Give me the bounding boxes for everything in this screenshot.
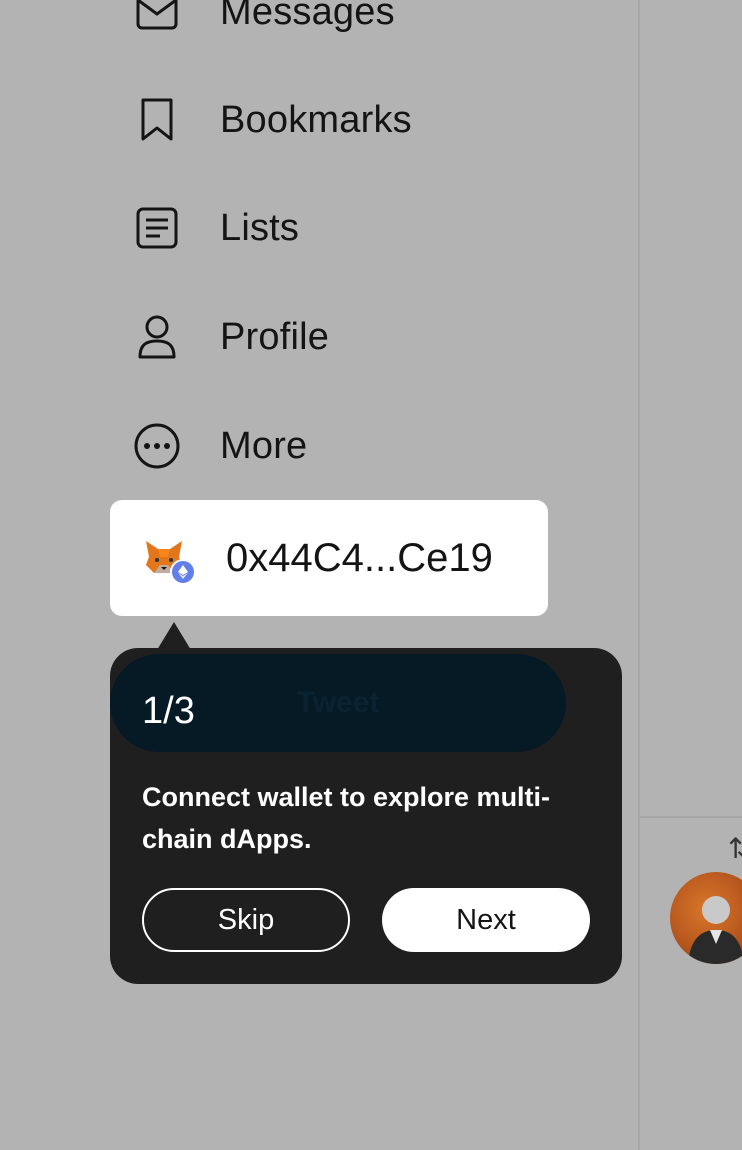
step-counter: 1/3 (142, 690, 195, 732)
ethereum-icon (170, 559, 196, 585)
retweet-icon: ⇅ (728, 833, 742, 864)
envelope-icon (132, 0, 182, 37)
popover-pointer (157, 622, 191, 650)
sidebar-item-label: Profile (220, 315, 330, 358)
sidebar-item-lists[interactable]: Lists (132, 198, 299, 258)
avatar[interactable] (670, 872, 742, 964)
onboarding-popover: Tweet 1/3 Connect wallet to explore mult… (110, 648, 622, 984)
person-icon (132, 312, 182, 362)
column-divider (638, 0, 640, 1150)
bookmark-icon (132, 95, 182, 145)
timeline-divider (640, 816, 742, 818)
onboarding-message: Connect wallet to explore multi-chain dA… (142, 782, 551, 854)
tweet-button-label: Tweet (296, 686, 380, 719)
sidebar-item-bookmarks[interactable]: Bookmarks (132, 90, 412, 150)
sidebar-item-label: Messages (220, 0, 395, 33)
sidebar-item-more[interactable]: More (132, 416, 307, 476)
sidebar-item-messages[interactable]: Messages (132, 0, 395, 42)
wallet-address: 0x44C4...Ce19 (226, 535, 493, 580)
next-button[interactable]: Next (382, 888, 590, 952)
sidebar-item-label: Lists (220, 206, 300, 249)
sidebar-item-label: More (220, 424, 308, 467)
list-icon (132, 203, 182, 253)
skip-button[interactable]: Skip (142, 888, 350, 952)
sidebar-item-label: Bookmarks (220, 98, 412, 141)
more-circle-icon (132, 421, 182, 471)
metamask-fox-icon (144, 533, 196, 585)
sidebar-item-profile[interactable]: Profile (132, 307, 329, 367)
wallet-connect-button[interactable]: 0x44C4...Ce19 (110, 500, 548, 616)
